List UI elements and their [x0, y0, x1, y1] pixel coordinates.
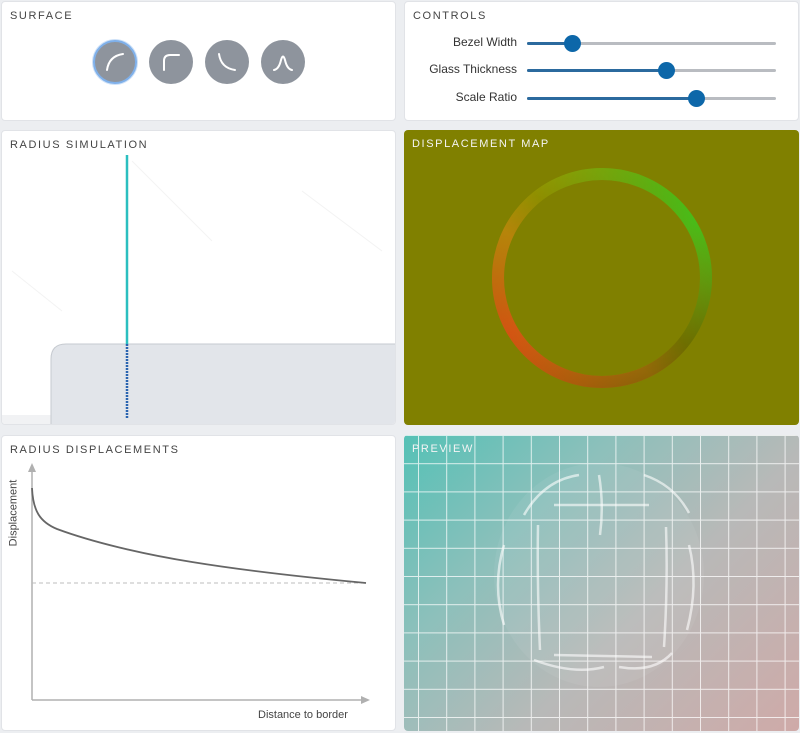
bezel-width-slider[interactable] — [527, 35, 776, 52]
x-axis-label: Distance to border — [258, 709, 348, 721]
radius-displacements-title: RADIUS DISPLACEMENTS — [10, 444, 180, 456]
x-axis-arrow — [361, 696, 370, 704]
scale-ratio-slider[interactable] — [527, 90, 776, 107]
displacement-map-panel: DISPLACEMENT MAP — [404, 130, 799, 425]
scale-ratio-row: Scale Ratio — [405, 88, 798, 108]
y-axis-arrow — [28, 463, 36, 472]
surface-title: SURFACE — [10, 10, 74, 22]
displacement-curve — [31, 487, 367, 584]
displacement-ring-shade — [492, 168, 712, 388]
surface-panel: SURFACE — [1, 1, 396, 121]
glass-thickness-slider[interactable] — [527, 62, 776, 79]
scale-ratio-fill — [527, 97, 697, 100]
y-axis-label: Displacement — [7, 479, 20, 547]
radius-simulation-panel: RADIUS SIMULATION — [1, 130, 396, 425]
surface-options — [93, 40, 305, 84]
glass-thickness-row: Glass Thickness — [405, 60, 798, 80]
bezel-width-row: Bezel Width — [405, 33, 798, 53]
glass-thickness-label: Glass Thickness — [429, 62, 517, 76]
displacement-map-canvas — [492, 168, 712, 388]
preview-panel: PREVIEW — [404, 435, 799, 731]
bezel-width-label: Bezel Width — [452, 35, 517, 49]
controls-title: CONTROLS — [413, 10, 487, 22]
glass-thickness-fill — [527, 69, 667, 72]
lip-icon — [273, 55, 293, 71]
bezel-width-thumb[interactable] — [563, 35, 581, 52]
controls-panel: CONTROLS Bezel Width Glass Thickness Sca… — [404, 1, 799, 121]
radius-simulation-title: RADIUS SIMULATION — [10, 139, 149, 151]
preview-title: PREVIEW — [412, 443, 474, 455]
surface-option-lip[interactable] — [261, 40, 305, 84]
preview-canvas — [404, 435, 799, 731]
surface-option-concave[interactable] — [205, 40, 249, 84]
radius-simulation-canvas — [2, 155, 395, 424]
radius-displacements-chart — [28, 463, 370, 704]
concave-icon — [218, 53, 236, 71]
glass-lens — [494, 463, 704, 687]
convex-circle-icon — [106, 53, 124, 71]
glass-shape — [50, 343, 395, 424]
scale-ratio-label: Scale Ratio — [455, 90, 517, 104]
scale-ratio-thumb[interactable] — [688, 90, 706, 107]
surface-option-squircle[interactable] — [149, 40, 193, 84]
displacement-map-title: DISPLACEMENT MAP — [412, 138, 550, 150]
glass-thickness-thumb[interactable] — [658, 62, 676, 79]
surface-option-convex[interactable] — [93, 40, 137, 84]
radius-displacements-panel: RADIUS DISPLACEMENTS Displacement Distan… — [1, 435, 396, 731]
squircle-icon — [163, 54, 180, 71]
